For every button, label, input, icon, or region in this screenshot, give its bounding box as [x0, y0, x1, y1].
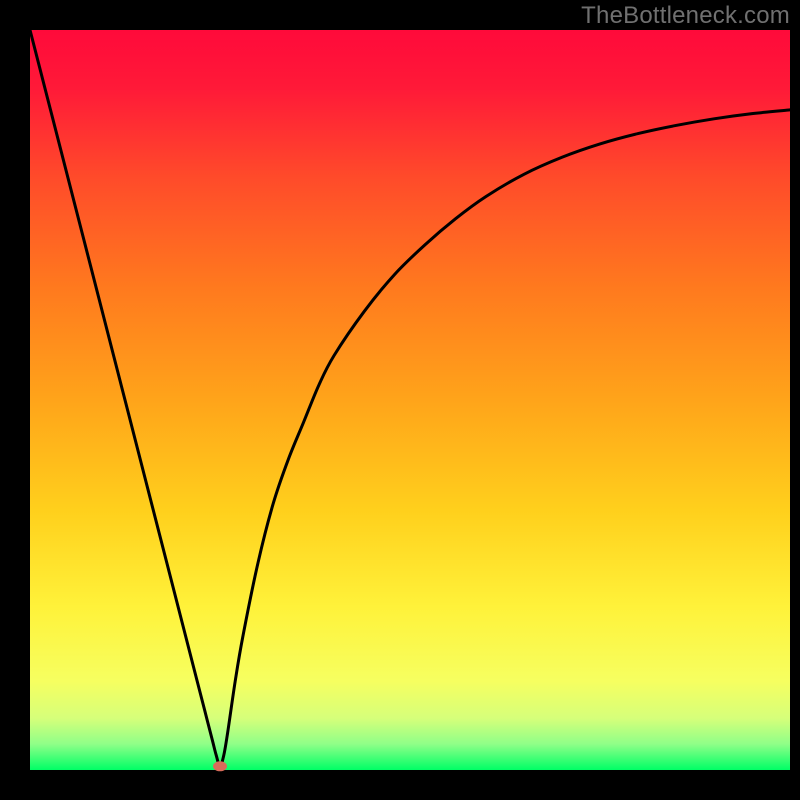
minimum-marker: [213, 761, 227, 771]
plot-background: [30, 30, 790, 770]
bottleneck-chart: [0, 0, 800, 800]
watermark-text: TheBottleneck.com: [581, 2, 790, 30]
chart-frame: TheBottleneck.com: [0, 0, 800, 800]
